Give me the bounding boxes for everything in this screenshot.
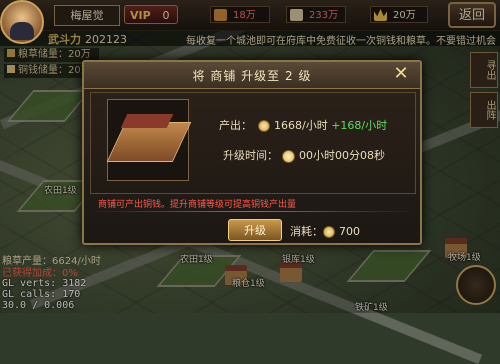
upgrade-dialog: 将 商铺 升级至 2 级 ✕ 产出： 1668/小时 +168/小时 升级时间： 0… — [82, 60, 422, 245]
output-label: 产出： — [219, 119, 252, 132]
dialog-title-bar: 将 商铺 升级至 2 级 ✕ — [84, 62, 420, 89]
cost-label: 消耗： — [290, 225, 323, 238]
output-increase: +168/小时 — [331, 119, 388, 132]
shop-roof-art — [120, 114, 174, 128]
upgrade-time-line: 升级时间： 00小时00分08秒 — [223, 147, 385, 163]
upgrade-button[interactable]: 升级 — [228, 219, 282, 241]
upgrade-cost: 消耗： 700 — [290, 223, 360, 239]
close-icon[interactable]: ✕ — [390, 63, 412, 85]
building-description: 商铺可产出铜钱。提升商铺等级可提高铜钱产出量 — [98, 200, 297, 210]
dialog-content: 产出： 1668/小时 +168/小时 升级时间： 00小时00分08秒 — [90, 92, 416, 194]
cost-value: 700 — [339, 225, 360, 238]
output-line: 产出： 1668/小时 +168/小时 — [219, 117, 387, 133]
divider — [90, 211, 414, 212]
dialog-title: 将 商铺 升级至 2 级 — [192, 69, 312, 83]
copper-coin-icon — [323, 226, 335, 238]
shop-building-art — [106, 122, 192, 162]
upgrade-time-value: 00小时00分08秒 — [299, 149, 385, 162]
output-value: 1668/小时 — [274, 119, 328, 132]
clock-icon — [282, 149, 295, 163]
copper-coin-icon — [258, 120, 270, 132]
upgrade-time-label: 升级时间： — [223, 149, 278, 162]
player-avatar[interactable] — [0, 0, 44, 44]
building-image — [106, 99, 192, 181]
